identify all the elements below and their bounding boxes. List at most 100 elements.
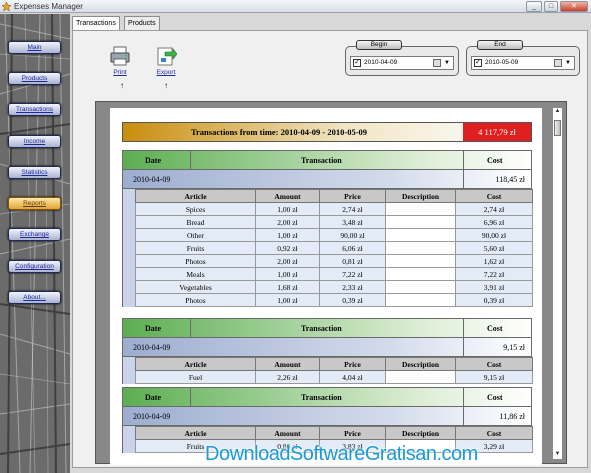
sidebar-item-exchange[interactable]: Exchange bbox=[8, 228, 61, 241]
col-cost: Cost bbox=[455, 357, 533, 371]
sidebar-item-income[interactable]: Income bbox=[8, 135, 61, 148]
app-icon bbox=[2, 2, 11, 11]
group-summary-row: 2010-04-09 9,15 zł bbox=[122, 338, 532, 357]
sidebar-item-reports[interactable]: Reports bbox=[8, 197, 61, 210]
group-header-transaction: Transaction bbox=[301, 156, 342, 165]
group-header-cost: Cost bbox=[487, 393, 503, 402]
print-label: Print bbox=[113, 69, 127, 76]
calendar-icon[interactable] bbox=[433, 59, 441, 67]
group-header-date: Date bbox=[145, 156, 161, 165]
sidebar-item-main[interactable]: Main bbox=[8, 41, 61, 54]
col-price: Price bbox=[319, 426, 386, 440]
begin-date-picker[interactable]: ✓ 2010-04-09 ▼ bbox=[350, 56, 454, 70]
group-cost: 118,45 zł bbox=[495, 175, 525, 184]
table-row: Other 1,00 zł 90,00 zł 90,00 zł bbox=[135, 228, 533, 242]
begin-checkbox[interactable]: ✓ bbox=[353, 59, 361, 67]
group-summary-row: 2010-04-09 11,86 zł bbox=[122, 407, 532, 426]
group-header-transaction: Transaction bbox=[301, 393, 342, 402]
col-price: Price bbox=[319, 189, 386, 203]
report-summary: Transactions from time: 2010-04-09 - 201… bbox=[122, 122, 532, 142]
items-table: Article Amount Price Description Cost Sp… bbox=[135, 189, 533, 307]
group-header-transaction: Transaction bbox=[301, 324, 342, 333]
col-description: Description bbox=[385, 426, 456, 440]
items-table-wrap: Article Amount Price Description Cost Fu… bbox=[122, 357, 533, 384]
col-cost: Cost bbox=[455, 426, 533, 440]
table-row: Photos 2,00 zł 0,81 zł 1,62 zł bbox=[135, 254, 533, 268]
col-article: Article bbox=[135, 357, 256, 371]
close-button[interactable]: ✕ bbox=[560, 1, 588, 12]
begin-date-value: 2010-04-09 bbox=[364, 59, 398, 66]
summary-title: Transactions from time: 2010-04-09 - 201… bbox=[191, 127, 368, 137]
end-date-value: 2010-05-09 bbox=[485, 59, 519, 66]
group-date: 2010-04-09 bbox=[133, 412, 171, 421]
summary-total: 4 117,79 zł bbox=[463, 123, 531, 141]
group-date: 2010-04-09 bbox=[133, 175, 171, 184]
col-amount: Amount bbox=[255, 357, 320, 371]
col-description: Description bbox=[385, 357, 456, 371]
report-viewer[interactable]: Transactions from time: 2010-04-09 - 201… bbox=[95, 101, 567, 465]
group-header-cost: Cost bbox=[487, 156, 503, 165]
arrow-up-icon: ↑ bbox=[164, 81, 168, 90]
print-button[interactable]: Print bbox=[107, 45, 133, 76]
export-button[interactable]: Export bbox=[153, 45, 179, 76]
group-header-cost: Cost bbox=[487, 324, 503, 333]
table-row: Fuel 2,26 zł 4,04 zł 9,15 zł bbox=[135, 370, 533, 384]
end-date-picker[interactable]: ✓ 2010-05-09 ▼ bbox=[471, 56, 575, 70]
report-page: Transactions from time: 2010-04-09 - 201… bbox=[110, 108, 542, 465]
scroll-thumb[interactable] bbox=[554, 120, 561, 136]
group-cost: 11,86 zł bbox=[499, 412, 525, 421]
calendar-icon[interactable] bbox=[554, 59, 562, 67]
table-row: Spices 1,00 zł 2,74 zł 2,74 zł bbox=[135, 202, 533, 216]
sidebar-item-products[interactable]: Products bbox=[8, 72, 61, 85]
window-title: Expenses Manager bbox=[14, 2, 83, 11]
col-description: Description bbox=[385, 189, 456, 203]
table-row: Photos 1,00 zł 0,39 zł 0,39 zł bbox=[135, 293, 533, 307]
tab-products[interactable]: Products bbox=[124, 16, 160, 30]
export-icon bbox=[157, 47, 178, 66]
transaction-group: Date Transaction Cost 2010-04-09 9,15 zł… bbox=[122, 318, 533, 384]
printer-icon bbox=[110, 46, 130, 66]
col-cost: Cost bbox=[455, 189, 533, 203]
title-bar: Expenses Manager _ □ ✕ bbox=[0, 0, 591, 13]
scroll-up-icon[interactable]: ▲ bbox=[553, 108, 562, 116]
watermark: DownloadSoftwareGratisan.com bbox=[205, 443, 478, 465]
group-header: Date Transaction Cost bbox=[122, 318, 532, 338]
chevron-down-icon[interactable]: ▼ bbox=[565, 57, 571, 69]
sidebar-item-transactions[interactable]: Transactions bbox=[8, 103, 61, 116]
items-table-wrap: Article Amount Price Description Cost Sp… bbox=[122, 189, 533, 307]
items-table: Article Amount Price Description Cost Fu… bbox=[135, 357, 533, 384]
end-caption: End bbox=[477, 40, 523, 50]
group-date: 2010-04-09 bbox=[133, 343, 171, 352]
sidebar-item-about[interactable]: About... bbox=[8, 291, 61, 304]
col-amount: Amount bbox=[255, 426, 320, 440]
group-header-date: Date bbox=[145, 393, 161, 402]
table-row: Vegetables 1,68 zł 2,33 zł 3,91 zł bbox=[135, 280, 533, 294]
tab-transactions[interactable]: Transactions bbox=[72, 16, 120, 31]
sidebar: Main Products Transactions Income Statis… bbox=[0, 14, 70, 473]
scroll-down-icon[interactable]: ▼ bbox=[553, 451, 562, 459]
group-header: Date Transaction Cost bbox=[122, 387, 532, 407]
group-header: Date Transaction Cost bbox=[122, 150, 532, 170]
col-article: Article bbox=[135, 426, 256, 440]
group-cost: 9,15 zł bbox=[503, 343, 525, 352]
table-row: Fruits 0,92 zł 6,06 zł 5,60 zł bbox=[135, 241, 533, 255]
group-header-date: Date bbox=[145, 324, 161, 333]
begin-caption: Begin bbox=[356, 40, 402, 50]
vertical-scrollbar[interactable]: ▲ ▼ bbox=[553, 108, 562, 459]
col-price: Price bbox=[319, 357, 386, 371]
end-checkbox[interactable]: ✓ bbox=[474, 59, 482, 67]
main-panel: Print ↑ Export ↑ Begin ✓ 2010-04-09 ▼ En… bbox=[72, 30, 588, 468]
table-row: Meals 1,00 zł 7,22 zł 7,22 zł bbox=[135, 267, 533, 281]
begin-date-group: Begin ✓ 2010-04-09 ▼ bbox=[345, 40, 459, 76]
table-row: Bread 2,00 zł 3,48 zł 6,96 zł bbox=[135, 215, 533, 229]
maximize-button[interactable]: □ bbox=[544, 1, 558, 12]
group-summary-row: 2010-04-09 118,45 zł bbox=[122, 170, 532, 189]
sidebar-item-statistics[interactable]: Statistics bbox=[8, 166, 61, 179]
transaction-group: Date Transaction Cost 2010-04-09 118,45 … bbox=[122, 150, 533, 307]
col-amount: Amount bbox=[255, 189, 320, 203]
sidebar-item-configuration[interactable]: Configuration bbox=[8, 260, 61, 273]
end-date-group: End ✓ 2010-05-09 ▼ bbox=[466, 40, 580, 76]
chevron-down-icon[interactable]: ▼ bbox=[444, 57, 450, 69]
export-label: Export bbox=[156, 69, 176, 76]
minimize-button[interactable]: _ bbox=[526, 1, 542, 12]
